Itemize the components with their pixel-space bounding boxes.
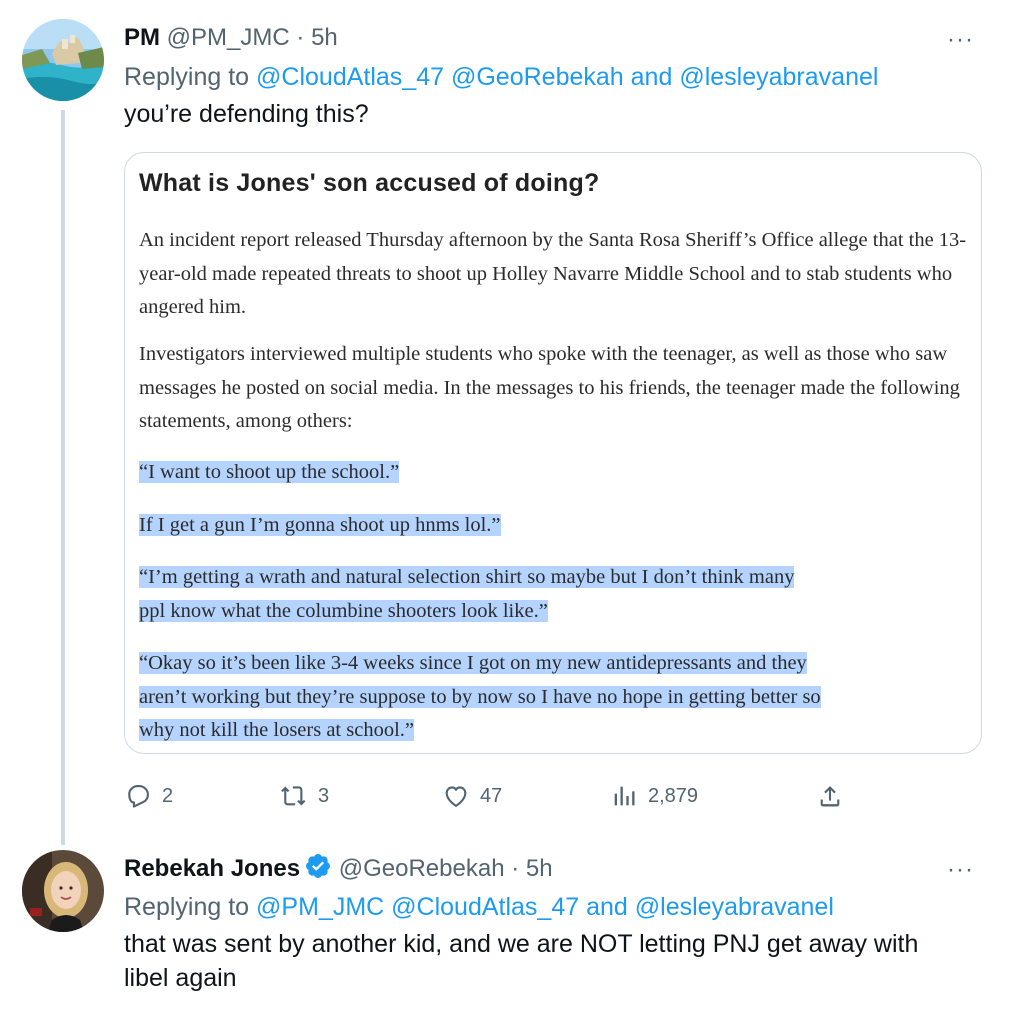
replying-to-prefix: Replying to xyxy=(124,63,250,91)
tweet-pm: PM @PM_JMC · 5h ··· Replying to @CloudAt… xyxy=(0,0,1010,850)
mention-cloudatlas[interactable]: @CloudAtlas_47 xyxy=(391,893,579,921)
views-chart-icon xyxy=(614,786,635,806)
mention-lesleyabravanel[interactable]: @lesleyabravanel xyxy=(679,63,878,91)
share-button[interactable] xyxy=(816,778,844,814)
reply-count: 2 xyxy=(162,784,174,807)
separator-dot: · xyxy=(296,24,305,51)
quote-2-text: If I get a gun I’m gonna shoot up hnms l… xyxy=(139,514,501,536)
like-button[interactable]: 47 xyxy=(442,778,502,814)
tweet-text-line-1: that was sent by another kid, and we are… xyxy=(124,930,919,958)
more-options-button[interactable]: ··· xyxy=(947,858,974,882)
quote-4-line-1: “Okay so it’s been like 3-4 weeks since … xyxy=(139,652,807,674)
tweet-header: Rebekah Jones @GeoRebekah · 5h xyxy=(124,852,553,889)
verified-badge-icon xyxy=(304,852,332,889)
more-options-button[interactable]: ··· xyxy=(947,28,974,52)
thread-connector-line xyxy=(61,110,65,845)
article-paragraph-2: Investigators interviewed multiple stude… xyxy=(139,343,960,432)
timestamp[interactable]: 5h xyxy=(526,855,553,882)
quote-2: If I get a gun I’m gonna shoot up hnms l… xyxy=(139,509,975,543)
quote-3-line-2: ppl know what the columbine shooters loo… xyxy=(139,599,548,622)
tweet-header: PM @PM_JMC · 5h xyxy=(124,22,338,54)
mention-pm-jmc[interactable]: @PM_JMC xyxy=(256,893,384,921)
replying-to: Replying to @PM_JMC @CloudAtlas_47 and @… xyxy=(124,891,834,923)
reply-button[interactable]: 2 xyxy=(124,778,173,814)
tweet-text-line-2: libel again xyxy=(124,964,237,992)
retweet-button[interactable]: 3 xyxy=(280,778,329,814)
retweet-count: 3 xyxy=(318,784,330,807)
quote-4-line-2: aren’t working but they’re suppose to by… xyxy=(139,685,821,708)
share-icon xyxy=(820,786,840,807)
tweet-rebekah: Rebekah Jones @GeoRebekah · 5h ··· Reply… xyxy=(0,850,1010,1016)
views-button[interactable]: 2,879 xyxy=(610,778,698,814)
user-handle[interactable]: @PM_JMC xyxy=(167,24,290,51)
quote-4: “Okay so it’s been like 3-4 weeks since … xyxy=(139,647,975,748)
quote-1-text: “I want to shoot up the school.” xyxy=(139,461,400,483)
timestamp[interactable]: 5h xyxy=(311,24,338,51)
mention-georebekah[interactable]: @GeoRebekah xyxy=(451,63,624,91)
display-name[interactable]: PM xyxy=(124,24,160,51)
retweet-icon xyxy=(281,786,306,806)
article-paragraph-1: An incident report released Thursday aft… xyxy=(139,229,967,318)
views-count: 2,879 xyxy=(648,784,699,807)
quote-4-line-3: why not kill the losers at school.” xyxy=(139,719,414,741)
article-heading: What is Jones' son accused of doing? xyxy=(139,169,600,197)
mention-cloudatlas[interactable]: @CloudAtlas_47 xyxy=(256,63,444,91)
replying-to: Replying to @CloudAtlas_47 @GeoRebekah a… xyxy=(124,61,878,93)
quote-3: “I’m getting a wrath and natural selecti… xyxy=(139,561,975,628)
mention-lesleyabravanel[interactable]: @lesleyabravanel xyxy=(635,893,834,921)
tweet-text: that was sent by another kid, and we are… xyxy=(124,927,918,995)
user-handle[interactable]: @GeoRebekah xyxy=(339,855,505,882)
attached-image[interactable]: What is Jones' son accused of doing? An … xyxy=(124,152,982,754)
mention-and[interactable]: and xyxy=(631,63,673,91)
quote-3-line-1: “I’m getting a wrath and natural selecti… xyxy=(139,566,795,588)
tweet-actions: 2 3 47 2,879 xyxy=(124,778,854,814)
tweet-text: you’re defending this? xyxy=(124,100,369,128)
avatar-pm[interactable] xyxy=(22,19,104,101)
mention-and[interactable]: and xyxy=(586,893,628,921)
quote-1: “I want to shoot up the school.” xyxy=(139,456,975,490)
heart-icon xyxy=(445,786,467,807)
display-name[interactable]: Rebekah Jones xyxy=(124,855,300,882)
separator-dot: · xyxy=(511,855,520,882)
avatar-rebekah[interactable] xyxy=(22,850,104,932)
replying-to-prefix: Replying to xyxy=(124,893,250,921)
like-count: 47 xyxy=(480,784,503,807)
reply-icon xyxy=(128,785,149,808)
